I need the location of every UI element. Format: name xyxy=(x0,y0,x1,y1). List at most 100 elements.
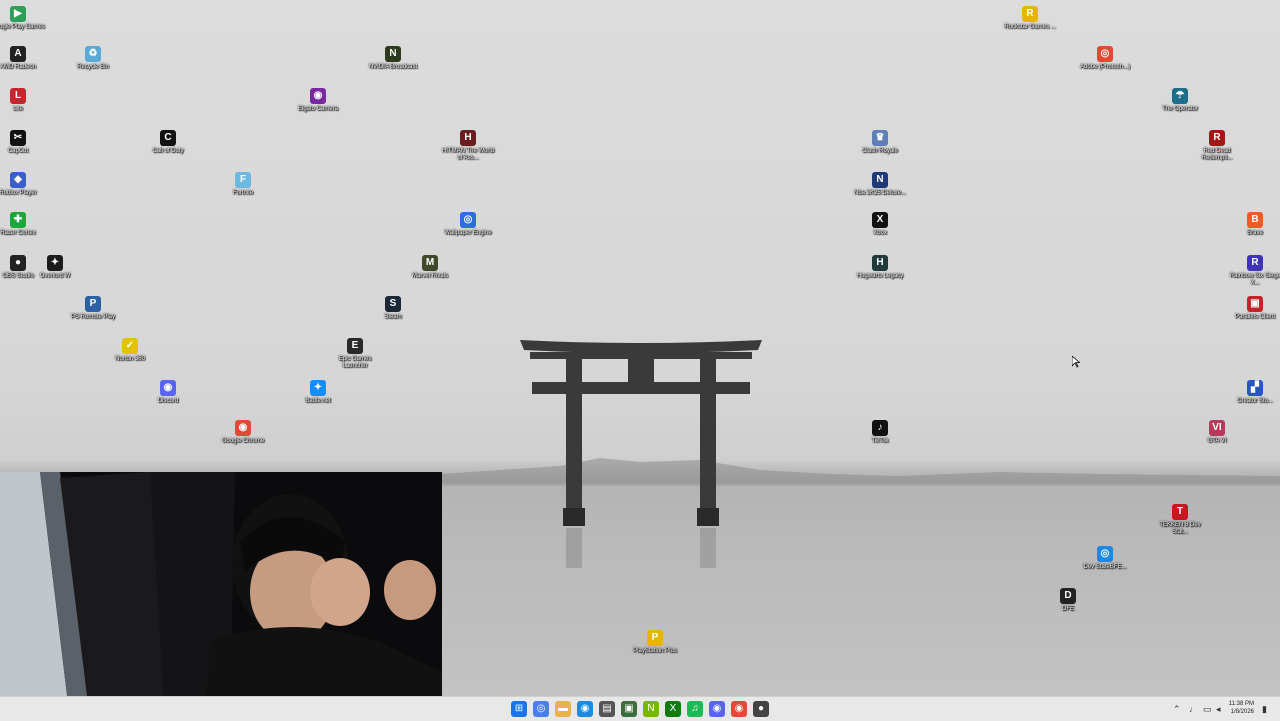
desktop-icon-recycle-bin[interactable]: ♻ Recycle Bin xyxy=(66,46,120,71)
hitman-game-icon: H xyxy=(460,130,476,146)
lite-icon: L xyxy=(10,88,26,104)
desktop-icon-nvidia-broadcast[interactable]: N NVIDIA Broadcast xyxy=(366,46,420,71)
desktop-icon-label: Steam xyxy=(384,314,402,320)
desktop-icon-label: Battle.net xyxy=(305,398,331,404)
desktop-icon-rainbow-six[interactable]: R Rainbow Six Siege X... xyxy=(1228,255,1280,287)
desktop-icon-playstation-plus[interactable]: P PlayStation Plus xyxy=(628,630,682,655)
tiktok-icon: ♪ xyxy=(872,420,888,436)
desktop-icon-creator-studio[interactable]: ▞ Creator Stu... xyxy=(1228,380,1280,405)
desktop-icon-razer-cortex[interactable]: ✚ Razer Cortex xyxy=(0,212,45,237)
overlord-game-icon: ✦ xyxy=(47,255,63,271)
desktop-icon-label: PlayStation Plus xyxy=(633,648,677,654)
desktop-icon-call-of-duty[interactable]: C Call of Duty xyxy=(141,130,195,155)
taskbar-obs-app-icon[interactable]: ● xyxy=(753,701,769,717)
desktop-icon-label: Razer Cortex xyxy=(0,230,36,236)
creator-studio-icon: ▞ xyxy=(1247,380,1263,396)
desktop-icon-capcut[interactable]: ✂ CapCut xyxy=(0,130,45,155)
desktop-icon-tekken-8[interactable]: T TEKKEN 8 Dev Stat... xyxy=(1153,504,1207,536)
desktop-icon-elgato-camera[interactable]: ◉ Elgato Camera xyxy=(291,88,345,113)
desktop-icon-overlord-game[interactable]: ✦ Overlord W xyxy=(28,255,82,280)
gta-vi-icon: VI xyxy=(1209,420,1225,436)
clash-royale-icon: ♛ xyxy=(872,130,888,146)
desktop-icon-norton-360[interactable]: ✓ Norton 360 xyxy=(103,338,157,363)
desktop-icon-label: Norton 360 xyxy=(115,356,145,362)
desktop-icon-steam[interactable]: S Steam xyxy=(366,296,420,321)
taskbar-clock[interactable]: 11:38 PM 1/8/2026 xyxy=(1229,700,1254,716)
desktop-icon-brave[interactable]: B Brave xyxy=(1228,212,1280,237)
taskbar-xbox-app-icon[interactable]: X xyxy=(665,701,681,717)
taskbar-spotify-icon[interactable]: ♫ xyxy=(687,701,703,717)
taskbar-microsoft-store-icon[interactable]: ▤ xyxy=(599,701,615,717)
desktop-icon-label: Nba 2K25 Deluxe... xyxy=(853,190,907,196)
desktop-icon-label: Rainbow Six Siege X... xyxy=(1229,273,1280,286)
desktop-icon-label: Hogwarts Legacy xyxy=(856,273,904,279)
desktop-icon-google-play-games[interactable]: ▶ Google Play Games xyxy=(0,6,45,31)
desktop-icon-label: Call of Duty xyxy=(152,148,184,154)
desktop-icon-gta-vi[interactable]: VI GTA VI xyxy=(1190,420,1244,445)
taskbar-edge-icon[interactable]: ◉ xyxy=(577,701,593,717)
desktop-icon-pc-remote-play[interactable]: P PS Remote Play xyxy=(66,296,120,321)
epic-games-icon: E xyxy=(347,338,363,354)
amd-radeon-icon: A xyxy=(10,46,26,62)
desktop-icon-fortnite[interactable]: F Fortnite xyxy=(216,172,270,197)
microphone-icon[interactable]: ♩ xyxy=(1189,703,1198,715)
desktop-icon-label: Google Play Games xyxy=(0,24,45,30)
taskbar-nvidia-icon[interactable]: N xyxy=(643,701,659,717)
desktop-icon-tiktok[interactable]: ♪ TikTok xyxy=(853,420,907,445)
desktop-icon-parallels-client[interactable]: ▣ Parallels Client xyxy=(1228,296,1280,321)
desktop-icon-battle-net[interactable]: ✦ Battle.net xyxy=(291,380,345,405)
nvidia-broadcast-icon: N xyxy=(385,46,401,62)
desktop-icon-nba-2k[interactable]: N Nba 2K25 Deluxe... xyxy=(853,172,907,197)
google-chrome-icon: ◉ xyxy=(235,420,251,436)
volume-icon[interactable]: ◂ xyxy=(1216,703,1221,715)
the-operator-icon: ☂ xyxy=(1172,88,1188,104)
desktop-icon-roblox-player[interactable]: ◆ Roblox Player xyxy=(0,172,45,197)
clock-time: 11:38 PM xyxy=(1228,701,1254,707)
desktop-icon-label: Adobe (Photosh...) xyxy=(1079,64,1131,70)
clock-date: 1/8/2026 xyxy=(1230,709,1254,715)
desktop-icon-hitman-game[interactable]: H HITMAN The World of Ass... xyxy=(441,130,495,162)
desktop-icon-wallpaper-engine[interactable]: ◎ Wallpaper Engine xyxy=(441,212,495,237)
desktop-icon-adobe-photoshop[interactable]: ◎ Adobe (Photosh...) xyxy=(1078,46,1132,71)
network-icon[interactable]: ▭ xyxy=(1203,703,1212,715)
desktop-icon-red-dead[interactable]: R Red Dead Redempti... xyxy=(1190,130,1244,162)
desktop-icon-amd-radeon[interactable]: A AMD Radeon xyxy=(0,46,45,71)
marvel-rivals-icon: M xyxy=(422,255,438,271)
brave-icon: B xyxy=(1247,212,1263,228)
desktop-icon-epic-games[interactable]: E Epic Games Launcher xyxy=(328,338,382,370)
desktop-icon-dota[interactable]: D DFE xyxy=(1041,588,1095,613)
mouse-cursor-icon xyxy=(1072,356,1080,368)
dota-icon: D xyxy=(1060,588,1076,604)
desktop-icon-rockstar-games[interactable]: R Rockstar Games ... xyxy=(1003,6,1057,31)
desktop-icon-discord[interactable]: ◉ Discord xyxy=(141,380,195,405)
taskbar-chrome-app-icon[interactable]: ◉ xyxy=(731,701,747,717)
desktop-icon-label: Dev StateBFE... xyxy=(1083,564,1127,570)
desktop-icon-label: Brave xyxy=(1247,230,1263,236)
steam-icon: S xyxy=(385,296,401,312)
adobe-photoshop-icon: ◎ xyxy=(1097,46,1113,62)
taskbar-copilot-icon[interactable]: ◎ xyxy=(533,701,549,717)
chevron-up-icon[interactable]: ⌃ xyxy=(1173,703,1181,715)
obs-studio-icon: ● xyxy=(10,255,26,271)
desktop-icon-label: AMD Radeon xyxy=(0,64,37,70)
desktop-icon-google-chrome[interactable]: ◉ Google Chrome xyxy=(216,420,270,445)
desktop-icon-lite[interactable]: L Lite xyxy=(0,88,45,113)
taskbar-discord-app-icon[interactable]: ◉ xyxy=(709,701,725,717)
desktop-icon-hogwarts-legacy[interactable]: H Hogwarts Legacy xyxy=(853,255,907,280)
taskbar-camera-app-icon[interactable]: ▣ xyxy=(621,701,637,717)
desktop-icon-xbox[interactable]: X Xbox xyxy=(853,212,907,237)
desktop-icon-marvel-rivals[interactable]: M Marvel Rivals xyxy=(403,255,457,280)
notification-bell-icon[interactable]: ▮ xyxy=(1262,703,1267,715)
playstation-plus-icon: P xyxy=(647,630,663,646)
recycle-bin-icon: ♻ xyxy=(85,46,101,62)
discord-icon: ◉ xyxy=(160,380,176,396)
desktop-icon-label: Discord xyxy=(157,398,179,404)
elgato-camera-icon: ◉ xyxy=(310,88,326,104)
desktop-icon-edge-stuff[interactable]: ◎ Dev StateBFE... xyxy=(1078,546,1132,571)
desktop-icon-label: Epic Games Launcher xyxy=(338,356,372,369)
taskbar-start-icon[interactable]: ⊞ xyxy=(511,701,527,717)
desktop-icon-clash-royale[interactable]: ♛ Clash Royale xyxy=(853,130,907,155)
desktop-icon-the-operator[interactable]: ☂ The Operator xyxy=(1153,88,1207,113)
pc-remote-play-icon: P xyxy=(85,296,101,312)
taskbar-file-explorer-icon[interactable]: ▬ xyxy=(555,701,571,717)
